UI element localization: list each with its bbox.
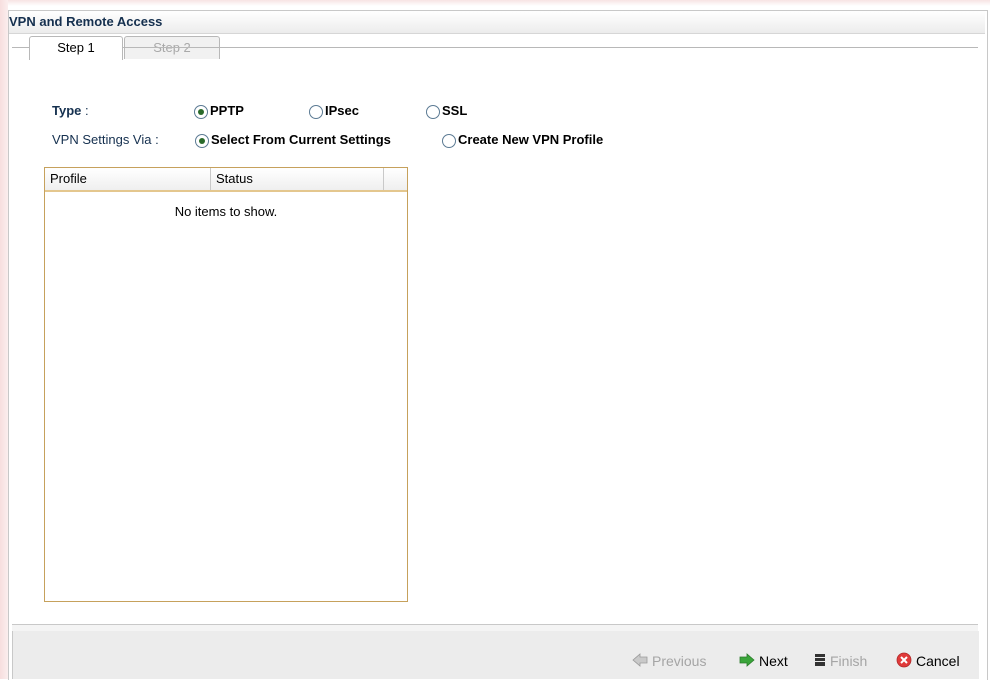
type-colon: : [85,103,89,118]
previous-button[interactable]: Previous [632,652,706,670]
cancel-label: Cancel [916,653,960,669]
type-option-pptp[interactable]: PPTP [194,103,244,119]
previous-label: Previous [652,653,707,669]
ssl-label: SSL [442,103,468,118]
column-status[interactable]: Status [211,168,384,190]
window-title: VPN and Remote Access [9,11,985,34]
window-title-text: VPN and Remote Access [9,14,163,29]
type-label-row: Type : [52,103,89,118]
profile-grid: Profile Status No items to show. [44,167,408,602]
pptp-label: PPTP [210,103,244,118]
next-label: Next [759,653,788,669]
empty-message: No items to show. [174,204,278,219]
via-option-current[interactable]: Select From Current Settings [195,132,391,148]
type-option-ipsec[interactable]: IPsec [309,103,359,119]
column-spacer [384,168,407,190]
new-profile-label: Create New VPN Profile [458,132,604,147]
arrow-left-icon [632,653,648,671]
current-settings-label: Select From Current Settings [211,132,391,147]
cancel-x-icon [896,652,912,672]
arrow-right-icon [739,653,755,671]
grid-header: Profile Status [45,168,407,192]
finish-button[interactable]: Finish [814,652,867,670]
top-edge [0,0,990,6]
ssl-radio[interactable] [426,104,440,119]
next-button[interactable]: Next [739,652,788,670]
column-profile[interactable]: Profile [45,168,211,190]
pptp-radio[interactable] [194,104,208,119]
type-label: Type [52,103,82,118]
vpn-settings-via-label: VPN Settings Via : [52,132,159,147]
finish-label: Finish [830,653,868,669]
ipsec-radio[interactable] [309,104,323,119]
via-option-new[interactable]: Create New VPN Profile [442,132,603,148]
new-profile-radio[interactable] [442,133,456,148]
tab-step-1[interactable]: Step 1 [29,36,123,60]
cancel-button[interactable]: Cancel [896,652,960,670]
ipsec-label: IPsec [325,103,359,118]
left-edge [0,0,8,679]
current-settings-radio[interactable] [195,133,209,148]
type-option-ssl[interactable]: SSL [426,103,467,119]
tab-underline [12,47,978,48]
finish-flag-icon [814,653,826,671]
